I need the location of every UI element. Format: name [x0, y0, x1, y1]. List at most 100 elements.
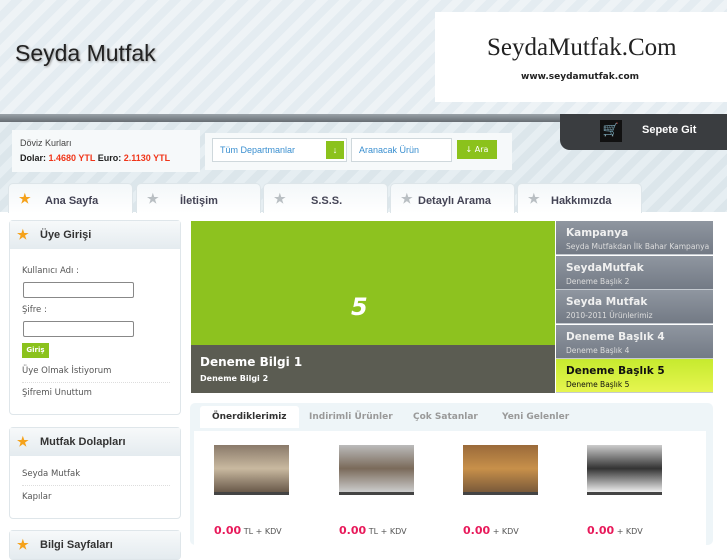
slider-item-title: Deneme Başlık 5	[566, 365, 665, 377]
cart-icon: 🛒	[600, 120, 622, 142]
slide-number: 5	[351, 293, 368, 321]
brand-url: www.seydamutfak.com	[521, 72, 640, 82]
brand-title: SeydaMutfak.Com	[487, 34, 677, 61]
star-icon: ★	[147, 191, 159, 206]
tab-bestsellers[interactable]: Çok Satanlar	[401, 406, 490, 428]
dollar-label: Dolar:	[20, 153, 47, 163]
search-input[interactable]: Aranacak Ürün	[351, 138, 452, 162]
tab-label: Detaylı Arama	[418, 195, 491, 207]
slide-caption: Deneme Bilgi 1 Deneme Bilgi 2	[191, 345, 555, 393]
cart-label: Sepete Git	[642, 124, 697, 136]
cabinets-title: Mutfak Dolapları	[40, 436, 126, 448]
site-logo[interactable]: Seyda Mutfak	[15, 40, 156, 67]
slider-item[interactable]: SeydaMutfak Deneme Başlık 2	[556, 256, 713, 290]
tab-new-arrivals[interactable]: Yeni Gelenler	[490, 406, 581, 428]
star-icon: ★	[274, 191, 286, 206]
search-button-label: Ara	[474, 145, 489, 154]
product-price: 0.00 TL + KDV	[214, 524, 282, 537]
star-icon: ★	[19, 191, 31, 206]
tab-ana-sayfa[interactable]: ★ Ana Sayfa	[8, 183, 133, 213]
currency-values: Dolar: 1.4680 YTL Euro: 2.1130 YTL	[20, 153, 170, 163]
slider-item-sub: 2010-2011 Ürünlerimiz	[566, 311, 653, 320]
star-icon: ★	[17, 434, 29, 449]
slider-item-title: Seyda Mutfak	[566, 296, 648, 308]
product-price: 0.00 + KDV	[587, 524, 643, 537]
search-button[interactable]: ↓ Ara	[457, 140, 497, 159]
star-icon: ★	[17, 227, 29, 242]
cabinets-box: ★ Mutfak Dolapları Seyda Mutfak Kapılar	[9, 427, 181, 519]
cart-button[interactable]: 🛒 Sepete Git	[560, 114, 727, 150]
slider-item-title: Kampanya	[566, 227, 629, 239]
slider-item-title: Deneme Başlık 4	[566, 331, 665, 343]
price-unit: TL + KDV	[368, 527, 407, 536]
currency-title: Döviz Kurları	[20, 138, 72, 148]
star-icon: ★	[17, 537, 29, 552]
tab-sss[interactable]: ★ S.S.S.	[263, 183, 388, 213]
forgot-password-link[interactable]: Şifremi Unuttum	[22, 388, 92, 398]
euro-rate: 2.1130 YTL	[123, 153, 171, 163]
login-title: Üye Girişi	[40, 229, 92, 241]
tab-detayli-arama[interactable]: ★ Detaylı Arama	[390, 183, 515, 213]
slider-item[interactable]: Kampanya Seyda Mutfakdan İlk Bahar Kampan…	[556, 221, 713, 255]
product-price: 0.00 TL + KDV	[339, 524, 407, 537]
password-input[interactable]	[23, 321, 134, 337]
product-image[interactable]	[339, 445, 414, 495]
department-value: Tüm Departmanlar	[220, 145, 296, 155]
slider[interactable]: 5 Deneme Bilgi 1 Deneme Bilgi 2	[191, 221, 555, 393]
tab-recommended[interactable]: Önerdiklerimiz	[200, 406, 299, 428]
cabinets-header: ★ Mutfak Dolapları	[10, 428, 180, 456]
euro-label: Euro:	[97, 153, 122, 163]
info-header: ★ Bilgi Sayfaları	[10, 531, 180, 559]
login-button[interactable]: Giriş	[22, 343, 49, 358]
product-image[interactable]	[463, 445, 538, 495]
dollar-rate: 1.4680 YTL	[48, 153, 96, 163]
product-image[interactable]	[587, 445, 662, 495]
product-grid: 0.00 TL + KDV 0.00 TL + KDV 0.00 + KDV 0…	[194, 431, 706, 545]
password-label: Şifre :	[22, 305, 47, 315]
products-panel: Önerdiklerimiz Indirimli Ürünler Çok Sat…	[190, 403, 713, 545]
slider-item-active[interactable]: Deneme Başlık 5 Deneme Başlık 5	[556, 359, 713, 393]
register-link[interactable]: Üye Olmak İstiyorum	[22, 366, 111, 376]
price-unit: + KDV	[616, 527, 643, 536]
slider-item-sub: Deneme Başlık 4	[566, 346, 630, 355]
username-label: Kullanıcı Adı :	[22, 266, 79, 276]
cabinet-link[interactable]: Kapılar	[22, 492, 51, 502]
slider-item[interactable]: Seyda Mutfak 2010-2011 Ürünlerimiz	[556, 290, 713, 324]
tab-label: Hakkımızda	[551, 195, 612, 207]
price-value: 0.00	[587, 524, 615, 537]
slider-item[interactable]: Deneme Başlık 4 Deneme Başlık 4	[556, 325, 713, 359]
divider	[22, 382, 170, 383]
price-value: 0.00	[214, 524, 242, 537]
login-header: ★ Üye Girişi	[10, 221, 180, 249]
tab-label: Ana Sayfa	[45, 195, 99, 207]
currency-rates: Döviz Kurları Dolar: 1.4680 YTL Euro: 2.…	[12, 130, 200, 172]
caption-title: Deneme Bilgi 1	[200, 355, 303, 369]
header: Seyda Mutfak SeydaMutfak.Com www.seydamu…	[0, 0, 727, 122]
star-icon: ★	[401, 191, 413, 206]
slider-item-sub: Seyda Mutfakdan İlk Bahar Kampanya	[566, 242, 710, 251]
search-bar: Tüm Departmanlar ↓ Aranacak Ürün ↓ Ara	[205, 133, 512, 170]
department-select[interactable]: Tüm Departmanlar ↓	[212, 138, 347, 162]
cabinet-link[interactable]: Seyda Mutfak	[22, 469, 80, 479]
price-value: 0.00	[463, 524, 491, 537]
tab-discounted[interactable]: Indirimli Ürünler	[297, 406, 405, 428]
chevron-down-icon[interactable]: ↓	[326, 141, 344, 159]
caption-subtitle: Deneme Bilgi 2	[200, 374, 269, 383]
star-icon: ★	[528, 191, 540, 206]
price-unit: + KDV	[492, 527, 519, 536]
slide-image: 5	[191, 221, 555, 345]
login-box: ★ Üye Girişi Kullanıcı Adı : Şifre : Giri…	[9, 220, 181, 415]
price-value: 0.00	[339, 524, 367, 537]
divider	[22, 485, 170, 486]
slider-item-sub: Deneme Başlık 2	[566, 277, 630, 286]
info-box: ★ Bilgi Sayfaları	[9, 530, 181, 560]
brand-banner: SeydaMutfak.Com www.seydamutfak.com	[435, 12, 727, 102]
info-title: Bilgi Sayfaları	[40, 539, 113, 551]
slider-item-title: SeydaMutfak	[566, 262, 644, 274]
tab-iletisim[interactable]: ★ İletişim	[136, 183, 261, 213]
tab-label: S.S.S.	[311, 195, 343, 207]
price-unit: TL + KDV	[243, 527, 282, 536]
tab-hakkimizda[interactable]: ★ Hakkımızda	[517, 183, 642, 213]
username-input[interactable]	[23, 282, 134, 298]
product-image[interactable]	[214, 445, 289, 495]
